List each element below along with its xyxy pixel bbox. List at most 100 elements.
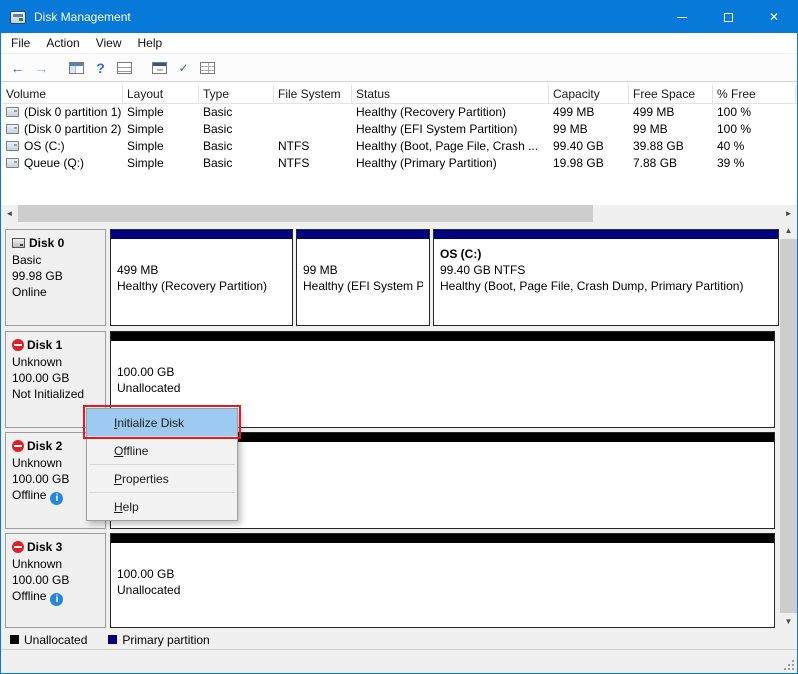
column-header-volume[interactable]: Volume <box>2 85 123 103</box>
vertical-scrollbar[interactable]: ▲ ▼ <box>780 222 797 630</box>
disk-row-0: Disk 0 Basic 99.98 GB Online 499 MB Heal… <box>5 229 777 326</box>
cell-free-space: 99 MB <box>629 121 713 138</box>
menu-file[interactable]: File <box>3 33 38 53</box>
column-header-file-system[interactable]: File System <box>274 85 352 103</box>
scroll-up-button[interactable]: ▲ <box>780 222 797 239</box>
action-check-button[interactable]: ✓ <box>172 56 195 79</box>
close-icon: ✕ <box>769 10 779 24</box>
cell-volume: (Disk 0 partition 1) <box>24 105 121 119</box>
scroll-right-button[interactable]: ► <box>780 205 797 222</box>
disk-row-3: Disk 3 Unknown 100.00 GB Offlinei 100.00… <box>5 533 777 628</box>
window-title: Disk Management <box>34 10 131 24</box>
error-icon <box>12 339 24 351</box>
partition-status: Healthy (EFI System Pa <box>303 278 423 294</box>
menu-item-offline[interactable]: Offline <box>87 437 237 464</box>
resize-grip[interactable] <box>782 658 795 671</box>
properties-button[interactable] <box>148 56 171 79</box>
disk3-label-panel[interactable]: Disk 3 Unknown 100.00 GB Offlinei <box>5 533 106 628</box>
cell-capacity: 499 MB <box>549 104 629 121</box>
cell-pct-free: 40 % <box>713 138 796 155</box>
minimize-icon <box>677 17 687 18</box>
cell-volume: OS (C:) <box>24 139 65 153</box>
disk-type: Unknown <box>12 556 99 572</box>
partition-disk0-os-c[interactable]: OS (C:) 99.40 GB NTFS Healthy (Boot, Pag… <box>433 229 779 326</box>
export-list-button[interactable] <box>113 56 136 79</box>
console-tree-button[interactable] <box>65 56 88 79</box>
cell-file-system <box>274 104 352 121</box>
table-row[interactable]: (Disk 0 partition 2) Simple Basic Health… <box>2 121 796 138</box>
close-button[interactable]: ✕ <box>751 1 797 33</box>
back-icon: ← <box>11 60 25 76</box>
info-icon: i <box>50 492 63 505</box>
cell-capacity: 19.98 GB <box>549 155 629 172</box>
minimize-button[interactable] <box>659 1 705 33</box>
table-row[interactable]: (Disk 0 partition 1) Simple Basic Health… <box>2 104 796 121</box>
partition-disk0-efi[interactable]: 99 MB Healthy (EFI System Pa <box>296 229 430 326</box>
legend-bar: Unallocated Primary partition <box>1 630 797 650</box>
column-header-type[interactable]: Type <box>199 85 274 103</box>
menu-view[interactable]: View <box>88 33 130 53</box>
check-icon: ✓ <box>178 61 188 75</box>
disk-size: 99.98 GB <box>12 268 99 284</box>
column-header-status[interactable]: Status <box>352 85 549 103</box>
column-header-layout[interactable]: Layout <box>123 85 199 103</box>
legend-unallocated-label: Unallocated <box>24 633 87 647</box>
scrollbar-thumb[interactable] <box>18 205 593 222</box>
help-button[interactable]: ? <box>89 56 112 79</box>
column-header-capacity[interactable]: Capacity <box>549 85 629 103</box>
disk-type: Unknown <box>12 354 99 370</box>
error-icon <box>12 440 24 452</box>
menu-item-initialize-disk[interactable]: Initialize Disk <box>87 409 237 436</box>
disk-name: Disk 3 <box>27 540 62 554</box>
partition-size: 499 MB <box>117 262 286 278</box>
partition-disk0-recovery[interactable]: 499 MB Healthy (Recovery Partition) <box>110 229 293 326</box>
console-window-icon <box>69 62 84 74</box>
details-view-button[interactable] <box>196 56 219 79</box>
volume-icon <box>6 158 19 168</box>
volume-icon <box>6 107 19 117</box>
column-header-pct-free[interactable]: % Free <box>713 85 796 103</box>
disk-icon <box>12 238 25 248</box>
cell-pct-free: 39 % <box>713 155 796 172</box>
maximize-button[interactable] <box>705 1 751 33</box>
cell-file-system: NTFS <box>274 155 352 172</box>
scrollbar-thumb[interactable] <box>780 239 797 613</box>
menu-item-properties[interactable]: Properties <box>87 465 237 492</box>
primary-partition-color-swatch <box>108 635 117 644</box>
menu-action[interactable]: Action <box>38 33 87 53</box>
partition-color-bar <box>434 230 778 239</box>
table-row[interactable]: Queue (Q:) Simple Basic NTFS Healthy (Pr… <box>2 155 796 172</box>
legend-primary-label: Primary partition <box>122 633 209 647</box>
back-button[interactable]: ← <box>6 56 29 79</box>
partition-status: Healthy (Recovery Partition) <box>117 278 286 294</box>
partition-color-bar <box>297 230 429 239</box>
cell-layout: Simple <box>123 138 199 155</box>
cell-file-system: NTFS <box>274 138 352 155</box>
disk-name: Disk 2 <box>27 439 62 453</box>
cell-layout: Simple <box>123 155 199 172</box>
partition-color-bar <box>111 230 292 239</box>
scroll-down-button[interactable]: ▼ <box>780 613 797 630</box>
cell-volume: (Disk 0 partition 2) <box>24 122 121 136</box>
toolbar: ← → ? ✓ <box>1 54 797 82</box>
table-row[interactable]: OS (C:) Simple Basic NTFS Healthy (Boot,… <box>2 138 796 155</box>
forward-button[interactable]: → <box>30 56 53 79</box>
app-icon <box>10 11 26 24</box>
column-header-free-space[interactable]: Free Space <box>629 85 713 103</box>
partition-disk3-unallocated[interactable]: 100.00 GB Unallocated <box>110 533 775 628</box>
horizontal-scrollbar[interactable]: ◄ ► <box>1 205 797 222</box>
scroll-left-button[interactable]: ◄ <box>1 205 18 222</box>
cell-free-space: 39.88 GB <box>629 138 713 155</box>
cell-pct-free: 100 % <box>713 104 796 121</box>
volume-icon <box>6 141 19 151</box>
cell-type: Basic <box>199 138 274 155</box>
menu-item-help[interactable]: Help <box>87 493 237 520</box>
partition-status: Unallocated <box>117 582 768 598</box>
cell-capacity: 99 MB <box>549 121 629 138</box>
partition-size: 100.00 GB <box>117 364 768 380</box>
cell-free-space: 499 MB <box>629 104 713 121</box>
partition-size: 99.40 GB NTFS <box>440 262 772 278</box>
menu-help[interactable]: Help <box>130 33 171 53</box>
cell-status: Healthy (Recovery Partition) <box>352 104 549 121</box>
disk0-label-panel[interactable]: Disk 0 Basic 99.98 GB Online <box>5 229 106 326</box>
